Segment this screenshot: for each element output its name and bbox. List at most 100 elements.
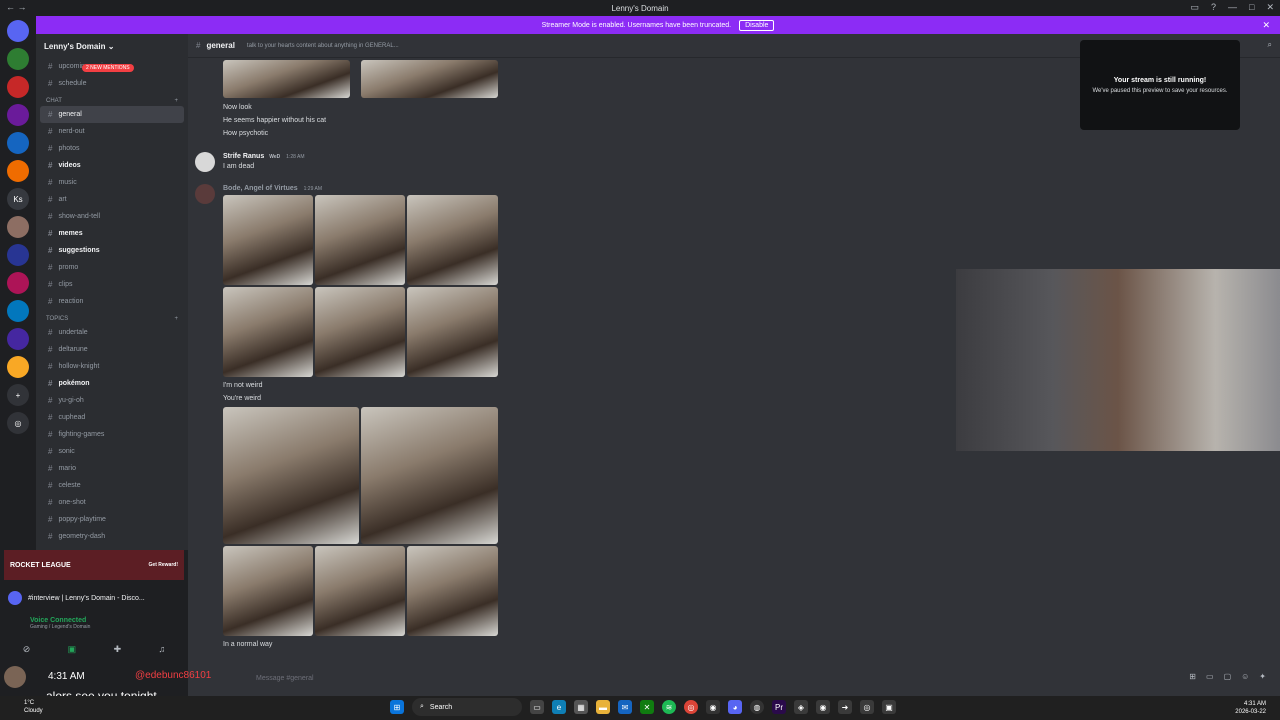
channel-item[interactable]: # show-and-tell [40, 208, 184, 225]
channel-item[interactable]: # reaction [40, 293, 184, 310]
channel-item[interactable]: # celeste [40, 477, 184, 494]
app-icon[interactable]: ◈ [794, 700, 808, 714]
close-icon[interactable]: ✕ [1266, 2, 1274, 13]
server-icon[interactable] [7, 160, 29, 182]
attachment-image[interactable] [223, 60, 350, 98]
store-icon[interactable]: ▦ [574, 700, 588, 714]
attachment-image[interactable] [407, 287, 498, 377]
channel-item[interactable]: # suggestions [40, 242, 184, 259]
server-icon[interactable] [7, 216, 29, 238]
edge-icon[interactable]: e [552, 700, 566, 714]
steam-icon[interactable]: ◉ [706, 700, 720, 714]
weather-widget[interactable]: 1°C Cloudy [24, 699, 43, 715]
attachment-image[interactable] [315, 546, 405, 636]
windows-start-icon[interactable]: ⊞ [390, 700, 404, 714]
emoji-icon[interactable]: ☺ [1241, 672, 1249, 681]
message-author[interactable]: Strife Ranus WeD 1:28 AM [223, 153, 305, 160]
camera-off-icon[interactable]: ⊘ [23, 644, 31, 655]
attachment-image[interactable] [407, 546, 498, 636]
app-icon[interactable]: ➜ [838, 700, 852, 714]
server-icon[interactable]: Ks [7, 188, 29, 210]
close-banner-icon[interactable]: ✕ [1262, 20, 1270, 31]
apps-icon[interactable]: ✦ [1259, 672, 1266, 681]
disable-button[interactable]: Disable [739, 19, 775, 31]
stream-status[interactable]: #interview | Lenny's Domain - Disco... [4, 586, 184, 610]
search-icon[interactable]: ⌕ [1268, 40, 1272, 50]
gif-icon[interactable]: ▭ [1206, 672, 1214, 681]
channel-item[interactable]: # clips [40, 276, 184, 293]
channel-item[interactable]: # nerd-out [40, 123, 184, 140]
voice-location[interactable]: Gaming / Legend's Domain [30, 624, 158, 630]
xbox-icon[interactable]: ✕ [640, 700, 654, 714]
channel-item[interactable]: # art [40, 191, 184, 208]
server-icon[interactable] [7, 132, 29, 154]
app-icon[interactable]: ◉ [816, 700, 830, 714]
channel-item[interactable]: # pokémon [40, 375, 184, 392]
mail-icon[interactable]: ✉ [618, 700, 632, 714]
attachment-image[interactable] [407, 195, 498, 285]
sticker-icon[interactable]: ▢ [1224, 672, 1232, 681]
category-topics[interactable]: TOPICS + [36, 310, 188, 324]
channel-item[interactable]: # cuphead [40, 409, 184, 426]
attachment-image[interactable] [315, 287, 405, 377]
message-input[interactable]: Message #general [188, 666, 1280, 690]
channel-item[interactable]: # schedule [40, 75, 184, 92]
system-clock[interactable]: 4:31 AM 2026-03-22 [1235, 700, 1266, 716]
channel-topic[interactable]: talk to your hearts content about anythi… [247, 43, 399, 49]
channel-item[interactable]: # poppy-playtime [40, 511, 184, 528]
explorer-icon[interactable]: ▬ [596, 700, 610, 714]
chrome-icon[interactable]: ◎ [684, 700, 698, 714]
server-icon[interactable] [7, 272, 29, 294]
maximize-icon[interactable]: □ [1249, 2, 1254, 13]
channel-item[interactable]: # yu-gi-oh [40, 392, 184, 409]
spotify-icon[interactable]: ≋ [662, 700, 676, 714]
promo-banner[interactable]: ROCKET LEAGUE Get Reward! [4, 550, 184, 580]
add-channel-icon[interactable]: + [174, 98, 178, 104]
channel-item[interactable]: # memes [40, 225, 184, 242]
server-icon[interactable] [7, 76, 29, 98]
attachment-image[interactable] [223, 195, 313, 285]
attachment-image[interactable] [361, 60, 498, 98]
premiere-icon[interactable]: Pr [772, 700, 786, 714]
server-icon[interactable] [7, 244, 29, 266]
activities-icon[interactable]: ✚ [114, 644, 122, 655]
channel-item[interactable]: # hollow-knight [40, 358, 184, 375]
app-icon[interactable]: ▣ [882, 700, 896, 714]
server-icon[interactable] [7, 300, 29, 322]
obs-icon[interactable]: ◍ [750, 700, 764, 714]
server-icon[interactable] [7, 48, 29, 70]
channel-item[interactable]: # music [40, 174, 184, 191]
channel-item[interactable]: # geometry-dash [40, 528, 184, 545]
avatar[interactable] [195, 184, 215, 204]
help-icon[interactable]: ? [1211, 2, 1216, 13]
channel-item[interactable]: # videos [40, 157, 184, 174]
get-reward-button[interactable]: Get Reward! [149, 562, 178, 568]
server-icon[interactable] [7, 356, 29, 378]
app-icon[interactable]: ◎ [860, 700, 874, 714]
new-mentions-badge[interactable]: 2 NEW MENTIONS [82, 64, 134, 72]
channel-item[interactable]: # sonic [40, 443, 184, 460]
task-view-icon[interactable]: ▭ [530, 700, 544, 714]
message-author[interactable]: Bode, Angel of Virtues 1:29 AM [223, 185, 322, 192]
avatar[interactable] [195, 152, 215, 172]
soundboard-icon[interactable]: ♫ [159, 644, 166, 654]
attachment-image[interactable] [223, 407, 359, 544]
channel-item[interactable]: # fighting-games [40, 426, 184, 443]
channel-item[interactable]: # deltarune [40, 341, 184, 358]
channel-item[interactable]: # mario [40, 460, 184, 477]
server-icon[interactable] [7, 328, 29, 350]
attachment-image[interactable] [223, 546, 313, 636]
gift-icon[interactable]: ⊞ [1189, 672, 1196, 681]
minimize-icon[interactable]: — [1228, 2, 1237, 13]
discover-icon[interactable]: ◎ [7, 412, 29, 434]
channel-item[interactable]: # undertale [40, 324, 184, 341]
channel-item[interactable]: # promo [40, 259, 184, 276]
add-server-icon[interactable]: + [7, 384, 29, 406]
discord-icon[interactable]: ◕ [728, 700, 742, 714]
category-chat[interactable]: CHAT + [36, 92, 188, 106]
screen-share-icon[interactable]: ▣ [68, 644, 77, 655]
attachment-image[interactable] [223, 287, 313, 377]
avatar[interactable] [4, 666, 26, 688]
channel-item[interactable]: # photos [40, 140, 184, 157]
back-forward-icon[interactable]: ← → [6, 2, 27, 12]
